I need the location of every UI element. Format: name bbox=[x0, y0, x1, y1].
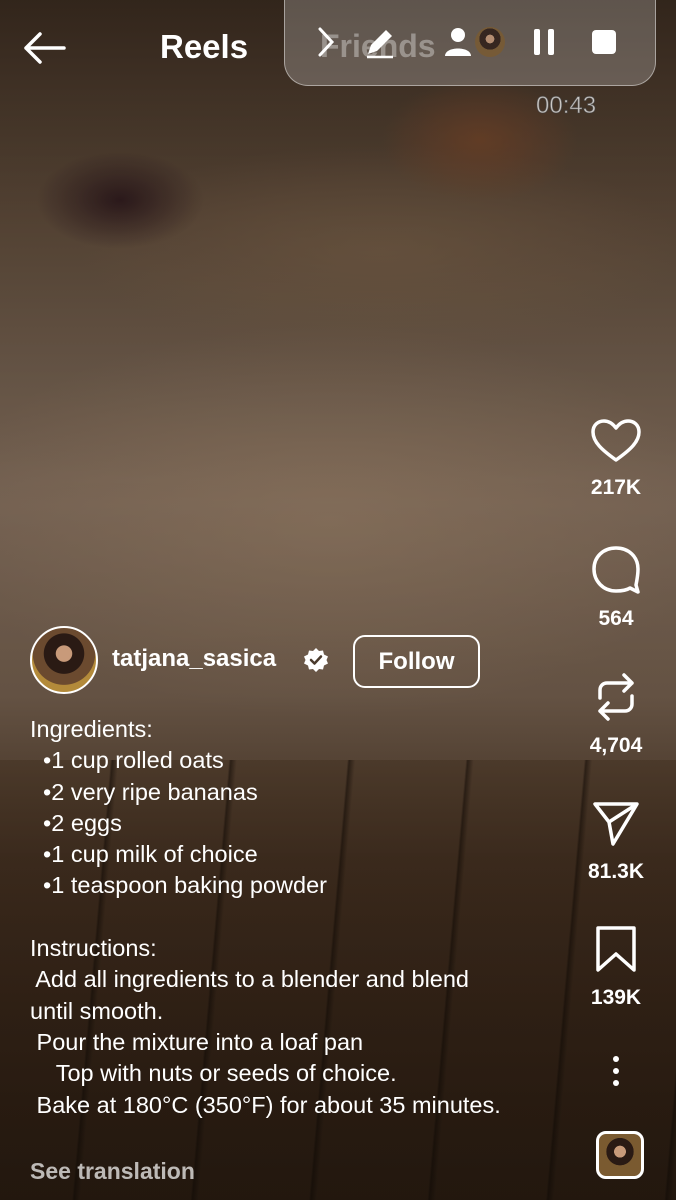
stop-icon bbox=[592, 30, 616, 54]
pencil-icon bbox=[367, 30, 393, 59]
chevron-right-icon bbox=[318, 27, 335, 57]
share-count: 81.3K bbox=[587, 860, 645, 883]
recording-timer: 00:43 bbox=[535, 92, 597, 120]
pause-icon bbox=[534, 29, 554, 55]
caption-line: Bake at 180°C (350°F) for about 35 minut… bbox=[30, 1091, 501, 1118]
send-icon bbox=[593, 802, 639, 846]
thumbnail-preview bbox=[472, 22, 508, 62]
author-username[interactable]: tatjana_sasica bbox=[112, 645, 276, 673]
comment-icon bbox=[592, 546, 640, 594]
back-button[interactable] bbox=[20, 24, 68, 72]
more-vertical-icon bbox=[613, 1056, 619, 1086]
like-button[interactable]: 217K bbox=[556, 418, 676, 500]
heart-icon bbox=[591, 419, 641, 462]
top-bar: Reels Friends 00:43 bbox=[0, 0, 676, 120]
avatar bbox=[475, 27, 505, 57]
page-title: Reels bbox=[160, 28, 249, 65]
reel-caption[interactable]: Ingredients: •1 cup rolled oats •2 very … bbox=[30, 714, 590, 1121]
follow-button[interactable]: Follow bbox=[353, 635, 480, 688]
chevron-right-button[interactable] bbox=[306, 22, 346, 62]
comment-button[interactable]: 564 bbox=[556, 545, 676, 631]
caption-line: •1 teaspoon baking powder bbox=[30, 872, 327, 899]
caption-line: Top with nuts or seeds of choice. bbox=[30, 1060, 397, 1087]
caption-line: Pour the mixture into a loaf pan bbox=[30, 1028, 364, 1055]
bookmark-icon bbox=[596, 926, 636, 972]
draw-button[interactable] bbox=[360, 22, 400, 62]
caption-line: •1 cup rolled oats bbox=[30, 747, 224, 774]
caption-line: •2 eggs bbox=[30, 809, 122, 836]
caption-line: Ingredients: bbox=[30, 716, 153, 742]
pause-button[interactable] bbox=[524, 22, 564, 62]
audio-thumbnail[interactable] bbox=[596, 1131, 644, 1179]
arrow-left-icon bbox=[24, 32, 66, 64]
verified-badge-icon bbox=[304, 648, 328, 672]
caption-line: Add all ingredients to a blender and ble… bbox=[30, 966, 469, 993]
caption-line: •2 very ripe bananas bbox=[30, 778, 258, 805]
remix-count: 4,704 bbox=[589, 734, 643, 757]
see-translation-link[interactable]: See translation bbox=[30, 1158, 195, 1185]
caption-line bbox=[30, 902, 590, 933]
author-avatar[interactable] bbox=[30, 626, 98, 694]
stop-button[interactable] bbox=[584, 22, 624, 62]
comment-count: 564 bbox=[598, 607, 634, 630]
like-count: 217K bbox=[590, 476, 642, 499]
caption-line: •1 cup milk of choice bbox=[30, 841, 258, 868]
repost-icon bbox=[598, 673, 634, 721]
caption-line: until smooth. bbox=[30, 997, 164, 1024]
save-count: 139K bbox=[590, 986, 642, 1009]
caption-line: Instructions: bbox=[30, 935, 157, 962]
